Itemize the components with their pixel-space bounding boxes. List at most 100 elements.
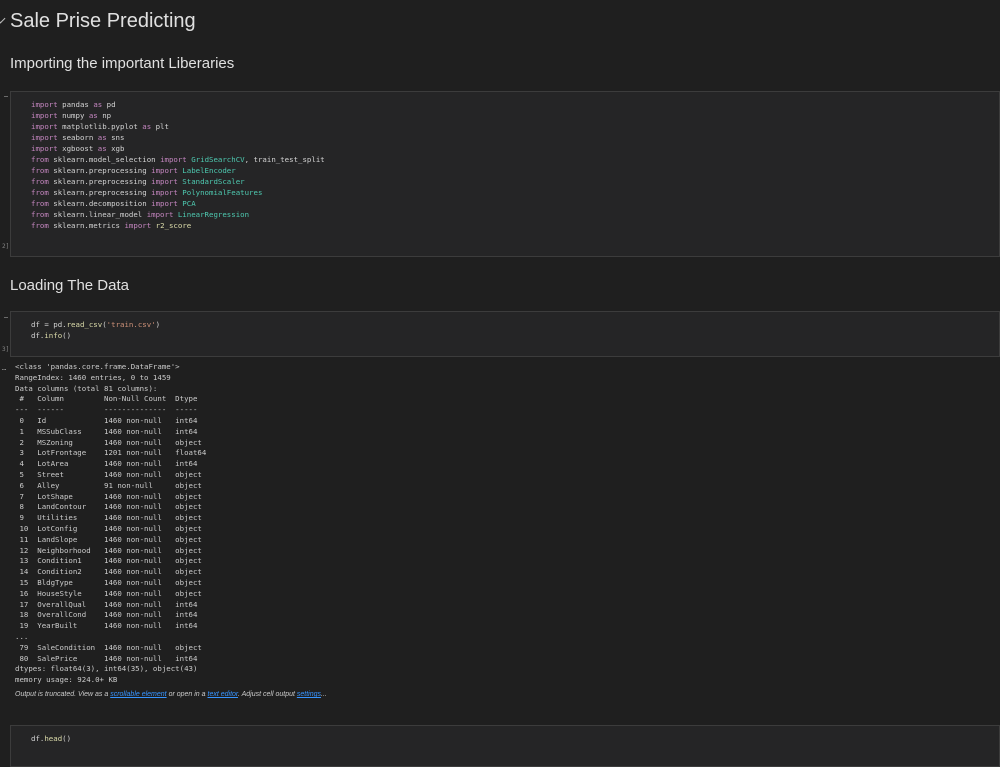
code-editor[interactable]: import pandas as pd import numpy as np imp… (31, 99, 325, 231)
output-line: 9 Utilities 1460 non-null object (15, 513, 207, 523)
output-line: 12 Neighborhood 1460 non-null object (15, 545, 207, 555)
code-token: sns (106, 133, 125, 142)
page-title: Sale Prise Predicting (10, 10, 196, 32)
output-menu-icon[interactable]: … (2, 364, 6, 372)
code-token: sklearn.model_selection (48, 155, 161, 164)
code-line: from sklearn.metrics import r2_score (31, 220, 325, 231)
execution-count: 3] (2, 346, 10, 353)
code-token: import (31, 133, 58, 142)
code-line: import matplotlib.pyplot as plt (31, 121, 325, 132)
code-token: head (44, 734, 63, 743)
output-line: 13 Condition1 1460 non-null object (15, 556, 207, 566)
output-line: 18 OverallCond 1460 non-null int64 (15, 610, 207, 620)
code-token: as (88, 111, 98, 120)
code-line: from sklearn.linear_model import LinearR… (31, 209, 325, 220)
code-token: sklearn.metrics (48, 221, 125, 230)
code-token: import (151, 188, 178, 197)
code-token: import (160, 155, 187, 164)
code-token: import (31, 111, 58, 120)
code-token: PCA (177, 199, 196, 208)
settings-link[interactable]: settings (297, 691, 321, 698)
code-token: read_csv (66, 320, 103, 329)
code-token: numpy (57, 111, 89, 120)
code-token: import (151, 199, 178, 208)
execution-count: 2] (2, 243, 10, 250)
truncated-suffix: ... (321, 691, 327, 698)
code-cell-load-data[interactable]: df = pd.read_csv('train.csv') df.info() (10, 311, 1000, 357)
output-line: memory usage: 924.0+ KB (15, 675, 118, 685)
code-token: as (97, 144, 107, 153)
code-token: GridSearchCV (186, 155, 245, 164)
code-token: from (31, 177, 49, 186)
code-token: import (146, 210, 174, 219)
output-line: 8 LandContour 1460 non-null object (15, 502, 207, 512)
code-token: StandardScaler (177, 177, 245, 186)
text-editor-link[interactable]: text editor (208, 691, 238, 698)
code-token: from (31, 210, 49, 219)
scrollable-element-link[interactable]: scrollable element (110, 691, 166, 698)
output-line: 19 YearBuilt 1460 non-null int64 (15, 621, 207, 631)
output-line: 5 Street 1460 non-null object (15, 469, 207, 479)
code-token: plt (151, 122, 169, 131)
code-token: pandas (57, 100, 94, 109)
code-token: as (93, 100, 103, 109)
collapse-chevron-icon[interactable] (0, 13, 6, 24)
output-line: 6 Alley 91 non-null object (15, 480, 207, 490)
code-line: df = pd.read_csv('train.csv') (31, 319, 160, 330)
code-token: from (31, 166, 49, 175)
truncated-prefix: Output is truncated. View as a (15, 691, 111, 698)
code-editor[interactable]: df = pd.read_csv('train.csv') df.info() (31, 319, 160, 341)
code-cell-imports[interactable]: import pandas as pd import numpy as np imp… (10, 91, 1000, 257)
code-line: from sklearn.model_selection import Grid… (31, 154, 325, 165)
output-line: --- ------ -------------- ----- (15, 405, 207, 415)
code-token: LabelEncoder (177, 166, 236, 175)
code-cell-head[interactable]: df.head() (10, 725, 1000, 767)
truncated-mid1: or open in a (166, 691, 208, 698)
output-line: 3 LotFrontage 1201 non-null float64 (15, 448, 207, 458)
output-truncated-notice: Output is truncated. View as a scrollabl… (15, 691, 327, 698)
output-line: 17 OverallQual 1460 non-null int64 (15, 599, 207, 609)
output-line: 11 LandSlope 1460 non-null object (15, 534, 207, 544)
code-line: from sklearn.preprocessing import Polyno… (31, 187, 325, 198)
output-line: 10 LotConfig 1460 non-null object (15, 523, 207, 533)
section-heading-loading: Loading The Data (10, 277, 129, 294)
code-token: , train_test_split (244, 155, 325, 164)
section-heading-imports: Importing the important Liberaries (10, 55, 235, 72)
code-token: from (31, 199, 49, 208)
code-line: import seaborn as sns (31, 132, 325, 143)
code-token: matplotlib.pyplot (57, 122, 143, 131)
code-token: from (31, 221, 49, 230)
code-editor[interactable]: df.head() (31, 733, 71, 744)
code-line: df.head() (31, 733, 71, 744)
code-token: sklearn.preprocessing (48, 188, 152, 197)
code-token: as (142, 122, 152, 131)
output-line: dtypes: float64(3), int64(35), object(43… (15, 664, 198, 674)
code-token: from (31, 188, 49, 197)
code-line: from sklearn.preprocessing import Standa… (31, 176, 325, 187)
code-line: import numpy as np (31, 110, 325, 121)
code-token: seaborn (57, 133, 98, 142)
cell-output: <class 'pandas.core.frame.DataFrame'> Ran… (15, 362, 206, 686)
output-line: 14 Condition2 1460 non-null object (15, 567, 207, 577)
code-token: import (31, 100, 58, 109)
code-token: sklearn.decomposition (48, 199, 152, 208)
code-token: xgboost (57, 144, 98, 153)
output-line: 7 LotShape 1460 non-null object (15, 491, 207, 501)
output-line: Data columns (total 81 columns): (15, 383, 158, 393)
output-line: RangeIndex: 1460 entries, 0 to 1459 (15, 372, 171, 382)
output-line: 80 SalePrice 1460 non-null int64 (15, 653, 207, 663)
cell-run-indicator (4, 96, 8, 97)
code-token: df = pd. (31, 320, 67, 329)
output-line: 2 MSZoning 1460 non-null object (15, 437, 207, 447)
code-token: PolynomialFeatures (177, 188, 263, 197)
code-token: import (31, 144, 58, 153)
code-token: pd (102, 100, 116, 109)
code-token: sklearn.preprocessing (48, 177, 152, 186)
code-token: import (31, 122, 58, 131)
code-token: ) (155, 320, 161, 329)
code-token: df. (31, 734, 45, 743)
code-token: from (31, 155, 49, 164)
output-line: 1 MSSubClass 1460 non-null int64 (15, 426, 207, 436)
code-token: import (151, 177, 178, 186)
code-token: info (44, 331, 63, 340)
